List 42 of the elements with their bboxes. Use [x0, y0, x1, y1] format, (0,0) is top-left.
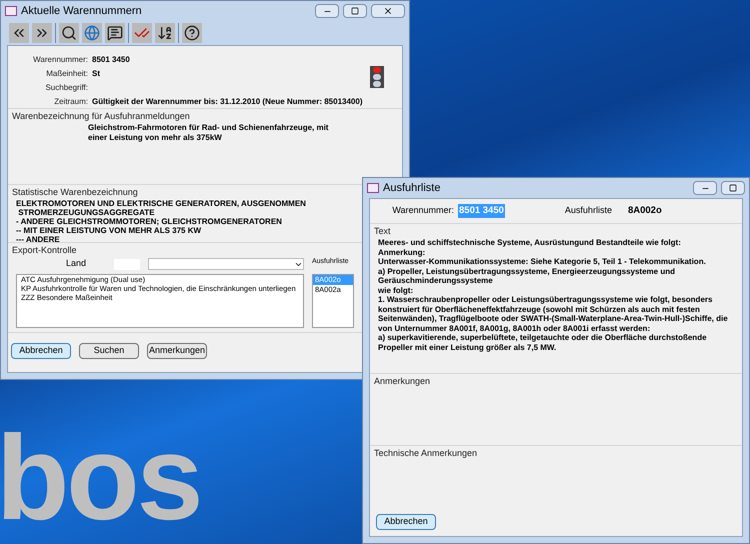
traffic-light-icon [370, 66, 384, 88]
maximize-button[interactable] [343, 4, 367, 18]
field-label: Warennummer: [391, 204, 455, 218]
window-title: Aktuelle Warennummern [21, 4, 143, 19]
help-icon[interactable] [182, 23, 202, 43]
field-value: 8501 3450 [458, 204, 505, 218]
fast-forward-icon[interactable] [32, 23, 52, 43]
statistical-description-line: STROMERZEUGUNGSAGGREGATE [17, 208, 155, 217]
maximize-icon [729, 184, 737, 192]
action-button[interactable]: Suchen [79, 343, 139, 359]
field-label: Zeitraum: [53, 96, 88, 108]
field-value: Gültigkeit der Warennummer bis: 31.12.2010 (Neue Nummer: 85013400) [92, 96, 362, 108]
description-text: Gleichstrom-Fahrmotoren für Rad- und Schienenfahrzeuge, mit einer Leistung von mehr als 375kW [88, 123, 330, 143]
field-value: St [92, 68, 100, 80]
sort-icon[interactable] [155, 23, 175, 43]
statistical-description-line: --- ANDERE [16, 235, 60, 244]
statistical-description-line: -- MIT EINER LEISTUNG VON MEHR ALS 375 KW [16, 226, 202, 235]
field-value: 8A002o [628, 204, 662, 218]
app-icon [367, 183, 379, 193]
action-button[interactable]: Abbrechen [376, 514, 436, 530]
search-icon[interactable] [59, 23, 79, 43]
field-label: Ausfuhrliste [564, 204, 612, 218]
field-label: Warennummer: [32, 54, 88, 66]
maximize-button[interactable] [721, 181, 745, 195]
action-button[interactable]: Abbrechen [11, 343, 71, 359]
field-value: 8501 3450 [92, 54, 130, 66]
rewind-icon[interactable] [9, 23, 29, 43]
action-button[interactable]: Anmerkungen [147, 343, 207, 359]
statistical-description-line: ELEKTROMOTOREN UND ELEKTRISCHE GENERATOREN, AUSGENOMMEN [16, 199, 306, 208]
export-list-text: Meeres- und schiffstechnische Systeme, Ausrüstungund Bestandteile wie folgt: Anmerkung: Unterwasser-Kommunikationssysteme: Siehe Kategorie 5, Teil 1 - Telekommunikation. a) Propeller, Leistungsübertragungssysteme, Energieerzeugungssysteme und Geräuschminderungssysteme wie folgt: 1. Wasserschraubenpropeller oder Leistungsübertragungssysteme wie folgt, besonders konstruiert für Oberflächeneffektfahrzeuge (sowohl mit Schürzen als auch mit festen Seitenwänden), Tragflügelboote oder SWATH-(Small-Waterplane-Area-Twin-Hull-)Schiffe, die von Unternummer 8A001f, 8A001g, 8A001h oder 8A001i erfasst werden: a) superkavitierende, superbelüftete, teilgetauchte oder die Oberfläche durchstoßende Propeller mit einer Leistung größer als 7,5 MW. [378, 238, 729, 352]
maximize-icon [351, 7, 359, 15]
desktop-logo: bos [0, 418, 200, 538]
country-label: Land [66, 257, 88, 270]
checkmark-icon[interactable] [132, 23, 152, 43]
statistical-description-line: - ANDERE GLEICHSTROMMOTOREN; GLEICHSTROMGENERATOREN [16, 217, 282, 226]
field-label: Maßeinheit: [45, 68, 88, 80]
window-title: Ausfuhrliste [383, 180, 442, 196]
close-icon [383, 6, 393, 16]
speech-bubble-icon[interactable] [105, 23, 125, 43]
close-button[interactable] [371, 4, 405, 18]
field-label: Suchbegriff: [44, 82, 88, 94]
app-icon [5, 6, 17, 16]
